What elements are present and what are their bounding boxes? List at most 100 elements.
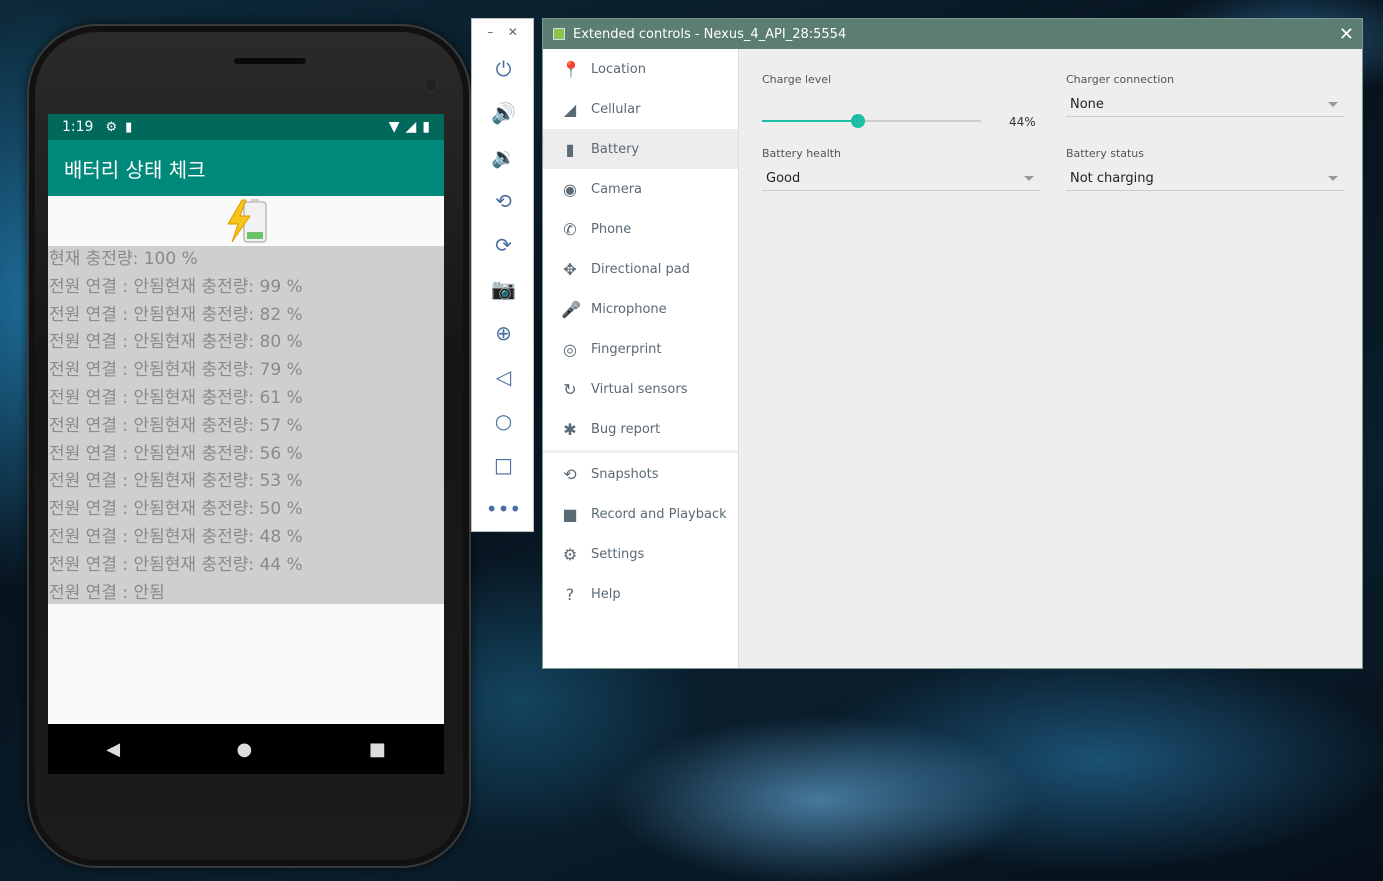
sidebar-item-directional-pad[interactable]: ✥ Directional pad	[543, 249, 738, 289]
log-line: 전원 연결 : 안됨현재 충전량: 82 %	[49, 304, 303, 325]
bug-icon: ✱	[563, 419, 577, 439]
sidebar-item-cellular[interactable]: ◢ Cellular	[543, 89, 738, 129]
home-icon: ○	[494, 409, 513, 433]
sidebar-item-label: Settings	[591, 546, 645, 562]
sidebar-item-label: Camera	[591, 181, 643, 197]
sidebar-item-label: Help	[591, 586, 621, 602]
battery-icon: ▮	[565, 139, 575, 159]
back-button[interactable]: ◁	[472, 355, 535, 399]
battery-image-row	[48, 196, 444, 246]
rotate-left-button[interactable]: ⟲	[472, 179, 535, 223]
log-line: 전원 연결 : 안됨현재 충전량: 99 %	[49, 276, 303, 297]
charge-level-value: 44%	[1009, 115, 1036, 129]
battery-status-dropdown[interactable]: Not charging	[1066, 167, 1344, 191]
volume-down-button[interactable]: 🔉	[472, 135, 535, 179]
log-line: 전원 연결 : 안됨	[49, 582, 165, 603]
home-button[interactable]: ○	[472, 399, 535, 443]
log-line: 전원 연결 : 안됨현재 충전량: 57 %	[49, 415, 303, 436]
rotate-right-button[interactable]: ⟳	[472, 223, 535, 267]
sidebar-item-camera[interactable]: ◉ Camera	[543, 169, 738, 209]
close-icon[interactable]: ✕	[508, 25, 518, 47]
emulator-app-icon	[553, 28, 565, 40]
sidebar-item-battery[interactable]: ▮ Battery	[543, 129, 738, 169]
charge-level-slider-thumb[interactable]	[851, 114, 866, 128]
sidebar-item-label: Location	[591, 61, 646, 77]
sidebar-item-record-and-playback[interactable]: ■ Record and Playback	[543, 494, 738, 534]
app-bar: 배터리 상태 체크	[48, 140, 444, 196]
sidebar-item-settings[interactable]: ⚙ Settings	[543, 534, 738, 574]
volume-up-icon: 🔊	[491, 101, 516, 125]
sidebar-item-location[interactable]: 📍 Location	[543, 49, 738, 89]
zoom-icon: ⊕	[495, 321, 512, 345]
sidebar-item-help[interactable]: ? Help	[543, 574, 738, 614]
log-line: 전원 연결 : 안됨현재 충전량: 79 %	[49, 360, 303, 381]
chevron-down-icon	[1328, 176, 1338, 181]
sidebar-item-label: Cellular	[591, 101, 641, 117]
battery-health-label: Battery health	[762, 147, 842, 160]
sidebar-item-bug-report[interactable]: ✱ Bug report	[543, 409, 738, 449]
charger-connection-value: None	[1070, 97, 1104, 112]
emulator-toolbar: – ✕ ⏻ 🔊 🔉 ⟲ ⟳ 📷 ⊕ ◁ ○ □ •••	[471, 18, 534, 532]
log-line: 전원 연결 : 안됨현재 충전량: 80 %	[49, 332, 303, 353]
log-line: 현재 충전량: 100 %	[49, 249, 198, 269]
sidebar-item-snapshots[interactable]: ⟲ Snapshots	[543, 454, 738, 494]
phone-icon: ✆	[563, 219, 577, 239]
camera-icon: 📷	[491, 277, 516, 301]
charge-level-slider-fill	[762, 120, 859, 122]
signal-icon: ◢	[405, 119, 417, 135]
volume-down-icon: 🔉	[491, 145, 516, 169]
sidebar-item-microphone[interactable]: 🎤 Microphone	[543, 289, 738, 329]
extended-controls-sidebar: 📍 Location ◢ Cellular ▮ Battery ◉ Camera ✆ Phone ✥…	[543, 49, 739, 668]
extended-controls-window: Extended controls - Nexus_4_API_28:5554 …	[542, 18, 1363, 669]
phone-speaker	[234, 58, 306, 64]
screenshot-button[interactable]: 📷	[472, 267, 535, 311]
sidebar-item-fingerprint[interactable]: ◎ Fingerprint	[543, 329, 738, 369]
log-line: 전원 연결 : 안됨현재 충전량: 44 %	[49, 554, 303, 575]
rotate-right-icon: ⟳	[495, 233, 512, 257]
minimize-icon[interactable]: –	[487, 25, 493, 47]
window-title: Extended controls - Nexus_4_API_28:5554	[573, 26, 847, 42]
sidebar-item-label: Phone	[591, 221, 632, 237]
charge-level-slider[interactable]	[762, 114, 981, 128]
nav-recents-icon[interactable]: ■	[369, 739, 386, 760]
close-icon[interactable]: ✕	[1339, 24, 1354, 45]
sidebar-item-label: Directional pad	[591, 261, 690, 277]
status-bar: 1:19 ⚙ ▮ ▼ ◢ ▮	[48, 114, 444, 140]
rotate-left-icon: ⟲	[495, 189, 512, 213]
sidebar-item-label: Snapshots	[591, 466, 659, 482]
sidebar-divider	[543, 450, 738, 453]
charger-connection-dropdown[interactable]: None	[1066, 93, 1344, 117]
power-icon: ⏻	[495, 57, 512, 81]
location-pin-icon: 📍	[561, 59, 581, 79]
help-icon: ?	[565, 584, 575, 604]
sidebar-item-label: Microphone	[591, 301, 667, 317]
power-button[interactable]: ⏻	[472, 47, 535, 91]
battery-panel: Charge level 44% Charger connection None…	[739, 49, 1362, 668]
chevron-down-icon	[1024, 176, 1034, 181]
sd-card-icon: ▮	[125, 119, 133, 135]
battery-status-value: Not charging	[1070, 171, 1154, 186]
back-icon: ◁	[495, 365, 512, 389]
overview-icon: □	[494, 453, 513, 477]
nav-back-icon[interactable]: ◀	[106, 739, 120, 760]
app-title: 배터리 상태 체크	[64, 157, 206, 182]
gear-icon: ⚙	[562, 544, 578, 564]
zoom-button[interactable]: ⊕	[472, 311, 535, 355]
sidebar-item-phone[interactable]: ✆ Phone	[543, 209, 738, 249]
sidebar-item-label: Bug report	[591, 421, 661, 437]
log-line: 전원 연결 : 안됨현재 충전량: 56 %	[49, 443, 303, 464]
battery-health-dropdown[interactable]: Good	[762, 167, 1040, 191]
volume-up-button[interactable]: 🔊	[472, 91, 535, 135]
microphone-icon: 🎤	[561, 299, 581, 319]
overview-button[interactable]: □	[472, 443, 535, 487]
virtual-sensors-icon: ↻	[563, 379, 577, 399]
nav-home-icon[interactable]: ●	[237, 739, 253, 760]
battery-log: 현재 충전량: 100 % 전원 연결 : 안됨현재 충전량: 99 % 전원 연결…	[48, 246, 444, 604]
more-button[interactable]: •••	[472, 487, 535, 531]
sidebar-item-virtual-sensors[interactable]: ↻ Virtual sensors	[543, 369, 738, 409]
charger-connection-label: Charger connection	[1066, 73, 1175, 86]
battery-status-label: Battery status	[1066, 147, 1145, 160]
phone-front-camera	[424, 78, 438, 92]
videocam-icon: ■	[562, 504, 578, 524]
dpad-icon: ✥	[563, 259, 577, 279]
